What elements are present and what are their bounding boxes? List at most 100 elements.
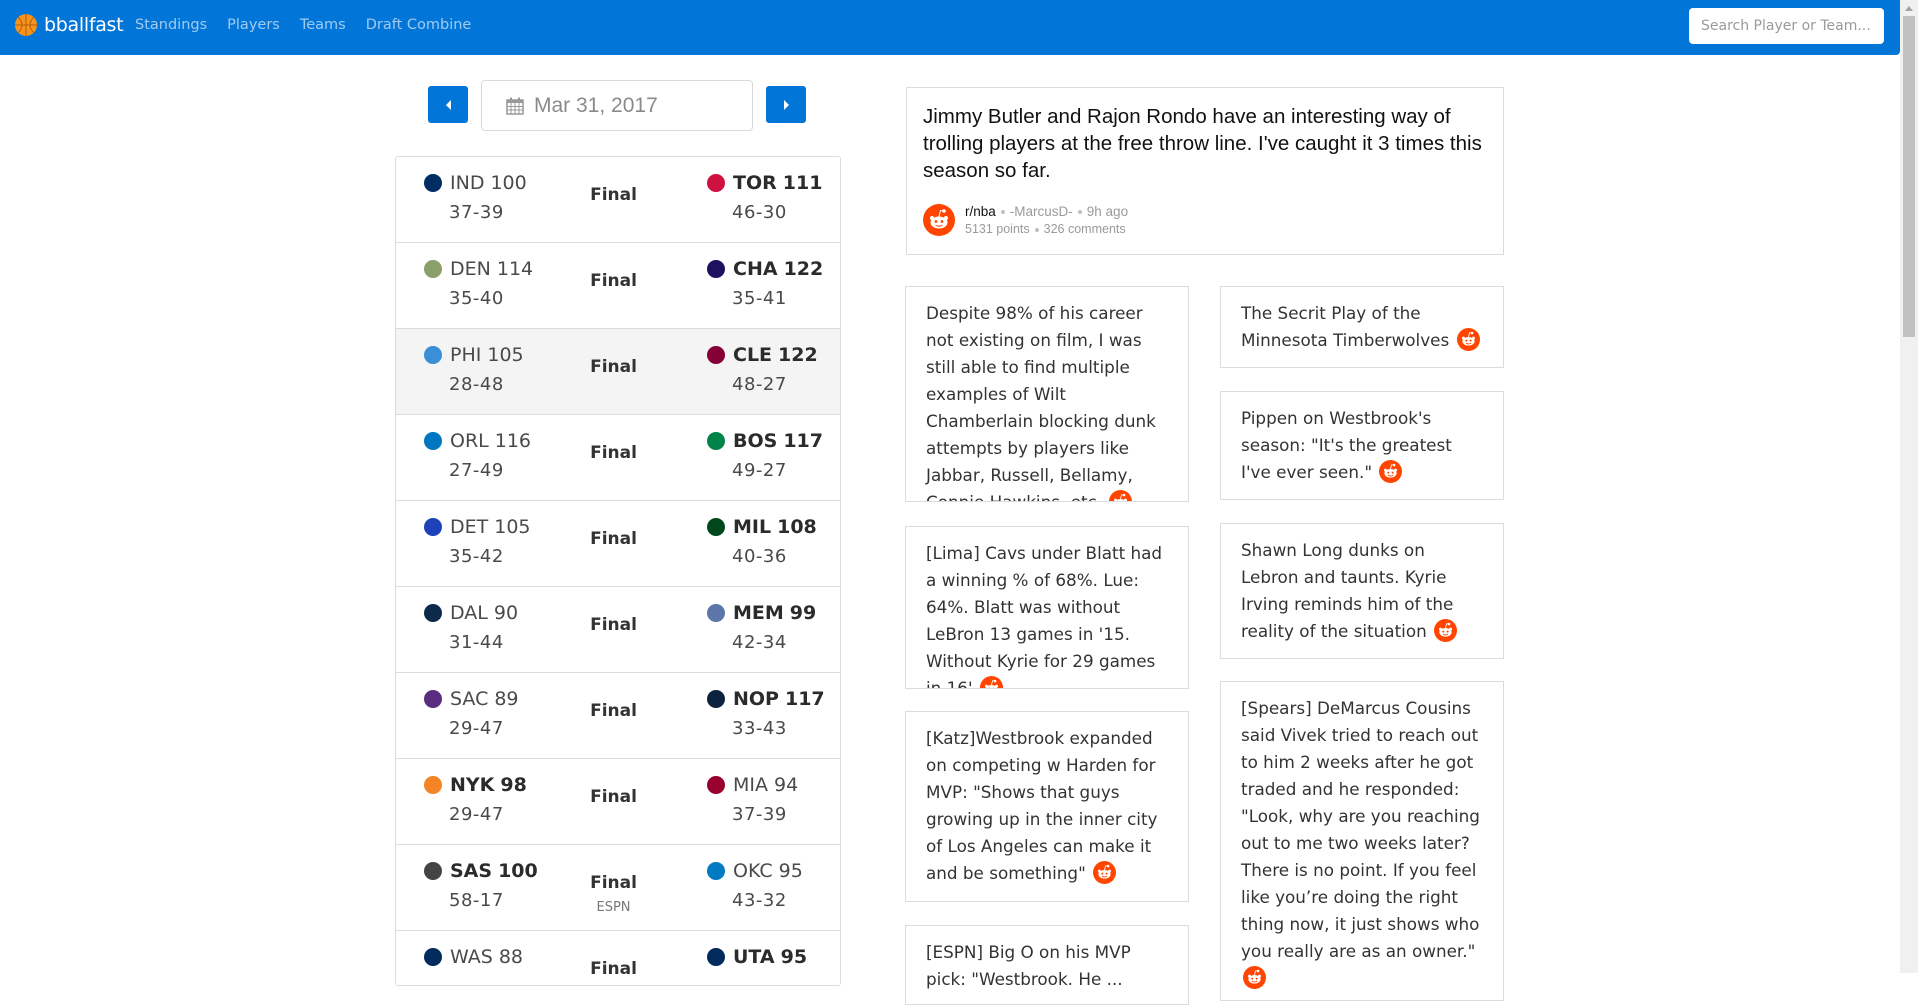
search-input[interactable] bbox=[1689, 8, 1884, 44]
team-line: NYK 98 bbox=[422, 774, 527, 796]
reddit-post-card[interactable]: Despite 98% of his career not existing o… bbox=[905, 286, 1189, 502]
team-score[interactable]: MEM bbox=[733, 602, 784, 624]
brand-link[interactable]: bballfast bbox=[14, 13, 124, 37]
status-text: Final bbox=[590, 959, 637, 979]
team-line: DEN 114 bbox=[422, 258, 533, 280]
team-score[interactable]: NOP bbox=[733, 688, 779, 710]
post-author[interactable]: -MarcusD- bbox=[1010, 204, 1073, 219]
reddit-post-card[interactable]: [Katz]Westbrook expanded on competing w … bbox=[905, 711, 1189, 902]
game-row[interactable]: DAL 90 31-44 Final MEM 99 42-34 bbox=[396, 587, 840, 673]
team-score[interactable]: BOS bbox=[733, 430, 777, 452]
status-text: Final bbox=[590, 701, 637, 721]
subreddit-link[interactable]: r/nba bbox=[965, 204, 996, 219]
reddit-post-card[interactable]: Pippen on Westbrook's season: "It's the … bbox=[1220, 391, 1504, 500]
team-score[interactable]: CHA bbox=[733, 258, 778, 280]
reddit-icon[interactable] bbox=[1242, 965, 1267, 990]
post-title: [Katz]Westbrook expanded on competing w … bbox=[926, 728, 1158, 883]
game-row[interactable]: WAS 88 Final UTA 95 bbox=[396, 931, 840, 985]
post-title: [ESPN] Big O on his MVP pick: "Westbrook… bbox=[926, 942, 1131, 989]
dal-logo-icon bbox=[422, 602, 444, 624]
orl-logo-icon bbox=[422, 430, 444, 452]
team-score[interactable]: SAS bbox=[450, 860, 492, 882]
reddit-post-card[interactable]: [Spears] DeMarcus Cousins said Vivek tri… bbox=[1220, 681, 1504, 1001]
nav-link-teams[interactable]: Teams bbox=[300, 17, 346, 33]
featured-reddit-post[interactable]: Jimmy Butler and Rajon Rondo have an int… bbox=[906, 87, 1504, 255]
game-status: Final ESPN bbox=[566, 873, 661, 915]
cha-logo-icon bbox=[705, 258, 727, 280]
team-score[interactable]: MIL bbox=[733, 516, 771, 538]
was-logo-icon bbox=[422, 946, 444, 968]
reddit-icon[interactable] bbox=[1378, 459, 1403, 484]
team-score[interactable]: UTA bbox=[733, 946, 775, 968]
team-score[interactable]: IND bbox=[450, 172, 484, 194]
team-line: MEM 99 bbox=[705, 602, 816, 624]
status-text: Final bbox=[590, 615, 637, 635]
team-score[interactable]: OKC bbox=[733, 860, 773, 882]
mem-logo-icon bbox=[705, 602, 727, 624]
next-day-button[interactable] bbox=[766, 86, 806, 123]
bos-logo-icon bbox=[705, 430, 727, 452]
game-row[interactable]: ORL 116 27-49 Final BOS 117 49-27 bbox=[396, 415, 840, 501]
team-score[interactable]: DEN bbox=[450, 258, 491, 280]
game-row[interactable]: DET 105 35-42 Final MIL 108 40-36 bbox=[396, 501, 840, 587]
reddit-post-card[interactable]: [Lima] Cavs under Blatt had a winning % … bbox=[905, 526, 1189, 689]
score-value: 114 bbox=[496, 258, 534, 280]
team-score[interactable]: DAL bbox=[450, 602, 488, 624]
okc-logo-icon bbox=[705, 860, 727, 882]
status-text: Final bbox=[590, 787, 637, 807]
team-record: 37-39 bbox=[449, 202, 504, 223]
reddit-icon[interactable] bbox=[1092, 860, 1117, 885]
nav-link-standings[interactable]: Standings bbox=[135, 17, 207, 33]
reddit-icon[interactable] bbox=[1456, 327, 1480, 352]
away-team: SAC 89 29-47 bbox=[422, 688, 519, 739]
page-scrollbar[interactable] bbox=[1900, 0, 1918, 973]
scroll-thumb[interactable] bbox=[1903, 16, 1915, 337]
score-value: 117 bbox=[783, 430, 823, 452]
team-line: NOP 117 bbox=[705, 688, 825, 710]
previous-day-button[interactable] bbox=[428, 86, 468, 123]
reddit-post-card[interactable]: The Secrit Play of the Minnesota Timberw… bbox=[1220, 286, 1504, 368]
reddit-icon[interactable] bbox=[1109, 489, 1133, 502]
game-row[interactable]: IND 100 37-39 Final TOR 111 46-30 bbox=[396, 157, 840, 243]
team-record: 42-34 bbox=[732, 632, 787, 653]
team-record: 35-42 bbox=[449, 546, 504, 567]
reddit-icon[interactable] bbox=[979, 675, 1004, 689]
den-logo-icon bbox=[422, 258, 444, 280]
home-team: MIA 94 37-39 bbox=[705, 774, 798, 825]
post-comments-link[interactable]: 326 comments bbox=[1044, 222, 1126, 236]
team-score[interactable]: NYK bbox=[450, 774, 494, 796]
score-value: 88 bbox=[498, 946, 523, 968]
team-score[interactable]: ORL bbox=[450, 430, 489, 452]
team-score[interactable]: WAS bbox=[450, 946, 493, 968]
team-score[interactable]: CLE bbox=[733, 344, 772, 366]
game-row[interactable]: SAS 100 58-17 Final ESPN OKC 95 43-32 bbox=[396, 845, 840, 931]
separator-dot bbox=[1077, 210, 1082, 215]
team-score[interactable]: MIA bbox=[733, 774, 768, 796]
game-row[interactable]: PHI 105 28-48 Final CLE 122 48-27 bbox=[396, 329, 840, 415]
game-row[interactable]: NYK 98 29-47 Final MIA 94 37-39 bbox=[396, 759, 840, 845]
away-team: IND 100 37-39 bbox=[422, 172, 527, 223]
team-score[interactable]: PHI bbox=[450, 344, 481, 366]
reddit-post-card[interactable]: [ESPN] Big O on his MVP pick: "Westbrook… bbox=[905, 925, 1189, 1005]
post-title: [Spears] DeMarcus Cousins said Vivek tri… bbox=[1241, 698, 1480, 961]
game-row[interactable]: SAC 89 29-47 Final NOP 117 33-43 bbox=[396, 673, 840, 759]
score-value: 100 bbox=[498, 860, 538, 882]
team-score[interactable]: DET bbox=[450, 516, 488, 538]
away-team: DET 105 35-42 bbox=[422, 516, 531, 567]
reddit-post-card[interactable]: Shawn Long dunks on Lebron and taunts. K… bbox=[1220, 523, 1504, 659]
reddit-icon[interactable] bbox=[1433, 618, 1458, 643]
team-record: 29-47 bbox=[449, 804, 504, 825]
date-picker-input[interactable]: Mar 31, 2017 bbox=[481, 80, 753, 131]
post-title: Shawn Long dunks on Lebron and taunts. K… bbox=[1241, 540, 1454, 641]
team-score[interactable]: SAC bbox=[450, 688, 488, 710]
team-score[interactable]: TOR bbox=[733, 172, 777, 194]
nav-link-players[interactable]: Players bbox=[227, 17, 280, 33]
status-text: Final bbox=[590, 185, 637, 205]
score-value: 95 bbox=[780, 946, 808, 968]
featured-post-title[interactable]: Jimmy Butler and Rajon Rondo have an int… bbox=[923, 103, 1483, 184]
score-value: 122 bbox=[778, 344, 818, 366]
nav-link-draft-combine[interactable]: Draft Combine bbox=[366, 17, 472, 33]
scroll-up-arrow-icon[interactable] bbox=[1905, 6, 1913, 11]
game-status: Final bbox=[566, 185, 661, 212]
game-row[interactable]: DEN 114 35-40 Final CHA 122 35-41 bbox=[396, 243, 840, 329]
